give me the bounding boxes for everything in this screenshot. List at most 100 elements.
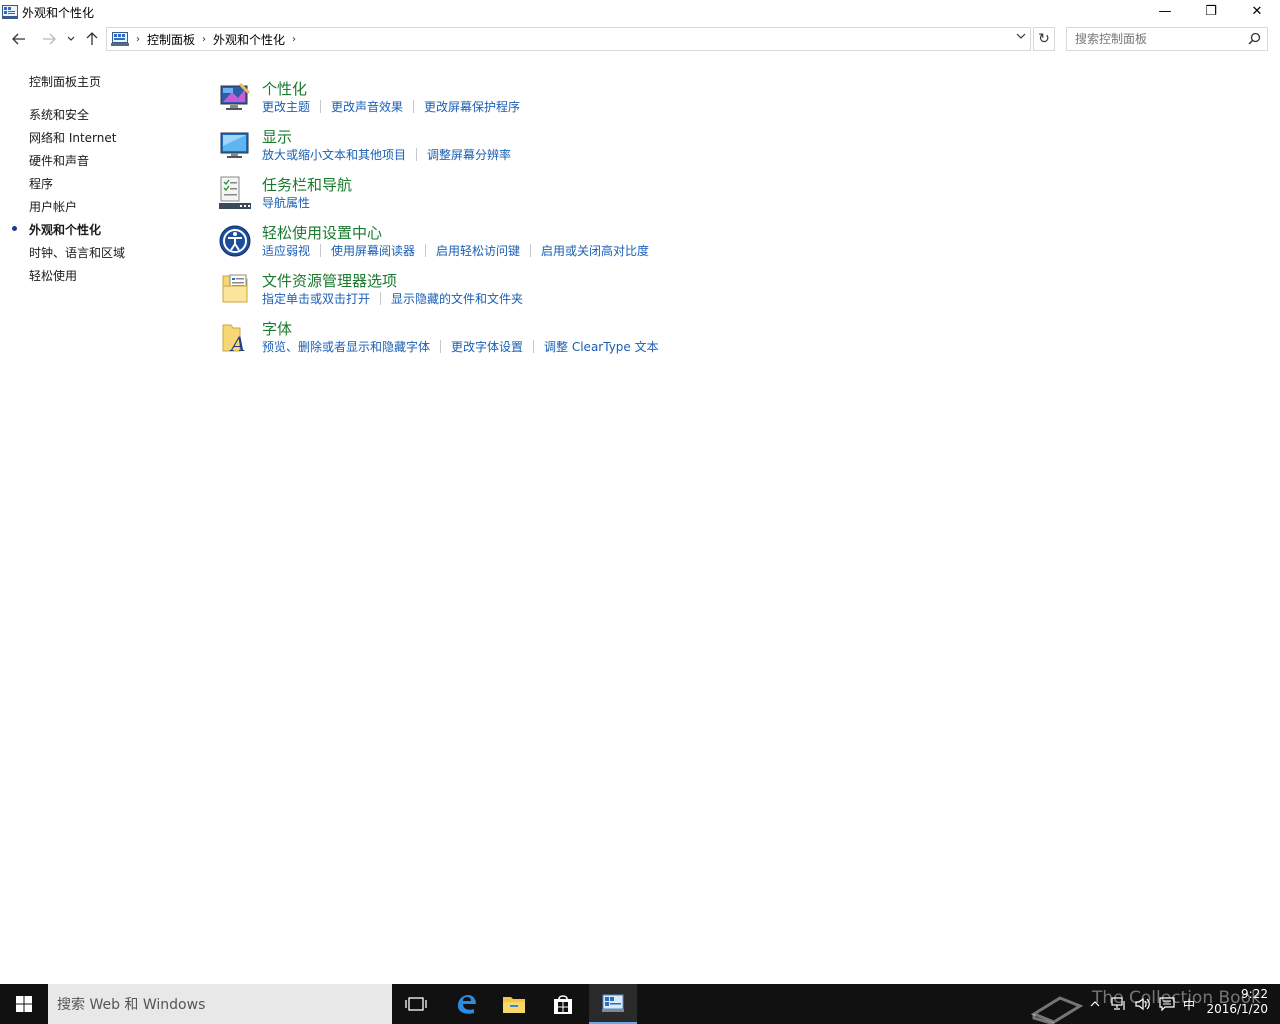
control-panel-icon: [602, 994, 624, 1012]
link-divider: [533, 340, 535, 353]
link-show-hidden-files[interactable]: 显示隐藏的文件和文件夹: [391, 290, 523, 307]
window-title: 外观和个性化: [22, 5, 95, 20]
chevron-right-icon[interactable]: ›: [202, 34, 206, 45]
category-title[interactable]: 轻松使用设置中心: [262, 222, 382, 243]
address-bar[interactable]: › 控制面板 › 外观和个性化 ›: [106, 27, 1031, 51]
search-input[interactable]: [1067, 28, 1237, 50]
sidebar-item-user-accounts[interactable]: 用户帐户: [29, 198, 77, 215]
link-access-keys[interactable]: 启用轻松访问键: [436, 242, 520, 259]
category-title[interactable]: 字体: [262, 318, 292, 339]
taskbar-icon[interactable]: [218, 176, 252, 210]
fonts-icon[interactable]: A: [218, 320, 252, 356]
show-hidden-icons-button[interactable]: [1086, 984, 1104, 1024]
link-navigation-properties[interactable]: 导航属性: [262, 194, 310, 211]
input-method-indicator[interactable]: 中: [1180, 984, 1198, 1024]
chevron-right-icon[interactable]: ›: [136, 34, 140, 45]
taskbar-search-box[interactable]: 搜索 Web 和 Windows: [48, 984, 392, 1024]
arrow-right-icon: [43, 33, 56, 45]
restore-button[interactable]: ❐: [1188, 0, 1234, 22]
clock-time: 9:22: [1241, 987, 1268, 1001]
search-box[interactable]: [1066, 27, 1268, 51]
display-icon[interactable]: [218, 128, 252, 162]
sidebar-item-network[interactable]: 网络和 Internet: [29, 129, 116, 146]
link-screen-resolution[interactable]: 调整屏幕分辨率: [427, 146, 511, 163]
personalization-icon[interactable]: [218, 80, 252, 114]
minimize-button[interactable]: —: [1142, 0, 1188, 22]
clock-date: 2016/1/20: [1206, 1002, 1268, 1016]
link-low-vision[interactable]: 适应弱视: [262, 242, 310, 259]
message-icon: [1159, 997, 1175, 1011]
close-button[interactable]: ✕: [1234, 0, 1280, 22]
category-title[interactable]: 显示: [262, 126, 292, 147]
link-divider: [413, 100, 415, 113]
link-change-sounds[interactable]: 更改声音效果: [331, 98, 403, 115]
category-display: 显示 放大或缩小文本和其他项目 调整屏幕分辨率: [218, 126, 918, 170]
chevron-up-icon: [1090, 1001, 1100, 1007]
category-ease-of-access: 轻松使用设置中心 适应弱视 使用屏幕阅读器 启用轻松访问键 启用或关闭高对比度: [218, 222, 918, 266]
store-icon: [554, 995, 572, 1014]
chevron-down-icon[interactable]: [1016, 32, 1026, 43]
edge-button[interactable]: [442, 984, 490, 1024]
category-title[interactable]: 任务栏和导航: [262, 174, 352, 195]
sidebar-item-clock-language[interactable]: 时钟、语言和区域: [29, 244, 125, 261]
network-icon: [1111, 997, 1125, 1010]
title-bar: 外观和个性化 — ❐ ✕: [0, 0, 1280, 24]
ease-of-access-icon[interactable]: [218, 224, 252, 258]
windows-logo-icon: [16, 996, 32, 1012]
category-title[interactable]: 文件资源管理器选项: [262, 270, 397, 291]
folder-icon: [503, 997, 525, 1013]
breadcrumb-appearance[interactable]: 外观和个性化: [213, 31, 285, 48]
recent-locations-button[interactable]: [64, 29, 78, 49]
link-divider: [425, 244, 427, 257]
file-explorer-button[interactable]: [490, 984, 538, 1024]
sidebar-item-hardware-sound[interactable]: 硬件和声音: [29, 152, 89, 169]
link-divider: [530, 244, 532, 257]
refresh-icon: ↻: [1038, 31, 1050, 47]
category-taskbar-navigation: 任务栏和导航 导航属性: [218, 174, 918, 218]
up-button[interactable]: [82, 29, 102, 49]
chevron-right-icon[interactable]: ›: [292, 34, 296, 45]
forward-button[interactable]: [38, 29, 60, 49]
task-view-button[interactable]: [392, 984, 440, 1024]
link-change-theme[interactable]: 更改主题: [262, 98, 310, 115]
arrow-up-icon: [86, 32, 98, 45]
notifications-tray-button[interactable]: [1156, 984, 1178, 1024]
sidebar-item-system-security[interactable]: 系统和安全: [29, 106, 89, 123]
book-logo-icon: [1030, 984, 1086, 1024]
link-high-contrast[interactable]: 启用或关闭高对比度: [541, 242, 649, 259]
edge-icon: [458, 995, 476, 1014]
breadcrumb-control-panel[interactable]: 控制面板: [147, 31, 195, 48]
link-divider: [380, 292, 382, 305]
link-font-settings[interactable]: 更改字体设置: [451, 338, 523, 355]
link-cleartype[interactable]: 调整 ClearType 文本: [544, 338, 659, 355]
store-button[interactable]: [539, 984, 587, 1024]
link-divider: [320, 244, 322, 257]
category-personalization: 个性化 更改主题 更改声音效果 更改屏幕保护程序: [218, 78, 918, 122]
link-change-screensaver[interactable]: 更改屏幕保护程序: [424, 98, 520, 115]
taskbar-clock[interactable]: 9:22 2016/1/20: [1206, 987, 1268, 1017]
control-panel-icon[interactable]: [2, 5, 18, 19]
start-button[interactable]: [0, 984, 48, 1024]
link-divider: [320, 100, 322, 113]
active-bullet-icon: [12, 226, 17, 231]
taskbar: 搜索 Web 和 Windows The Collection Book 中 9…: [0, 984, 1280, 1024]
svg-text:A: A: [229, 332, 245, 354]
control-panel-taskbar-button[interactable]: [589, 984, 637, 1024]
sidebar-item-programs[interactable]: 程序: [29, 175, 53, 192]
link-single-double-click[interactable]: 指定单击或双击打开: [262, 290, 370, 307]
volume-tray-button[interactable]: [1132, 984, 1154, 1024]
taskbar-search-placeholder: 搜索 Web 和 Windows: [57, 997, 206, 1013]
refresh-button[interactable]: ↻: [1033, 27, 1055, 51]
back-button[interactable]: [8, 29, 30, 49]
link-screen-reader[interactable]: 使用屏幕阅读器: [331, 242, 415, 259]
sidebar-home-link[interactable]: 控制面板主页: [29, 73, 101, 90]
link-preview-fonts[interactable]: 预览、删除或者显示和隐藏字体: [262, 338, 430, 355]
search-icon[interactable]: [1248, 32, 1261, 48]
network-tray-button[interactable]: [1108, 984, 1130, 1024]
link-text-size[interactable]: 放大或缩小文本和其他项目: [262, 146, 406, 163]
sidebar-item-appearance[interactable]: 外观和个性化: [29, 221, 101, 238]
sidebar-item-ease-of-access[interactable]: 轻松使用: [29, 267, 77, 284]
category-title[interactable]: 个性化: [262, 78, 307, 99]
folder-options-icon[interactable]: [218, 272, 252, 306]
arrow-left-icon: [12, 33, 25, 45]
